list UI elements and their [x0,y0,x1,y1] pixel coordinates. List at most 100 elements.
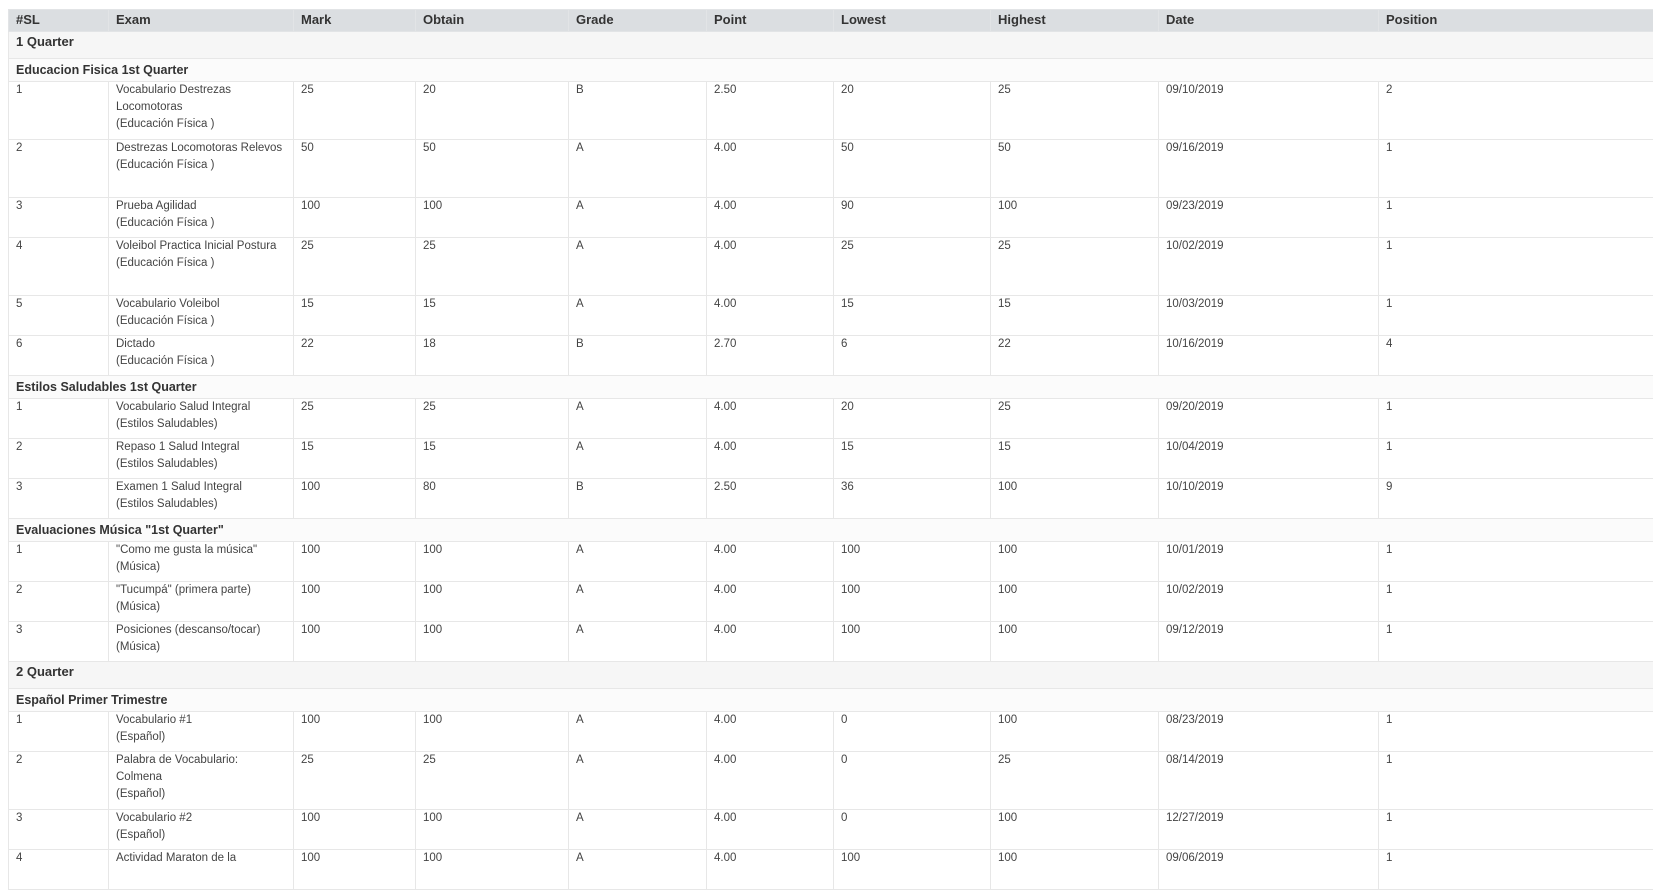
cell-grade: A [568,139,707,198]
cell-mark: 25 [293,751,416,810]
exam-name: "Como me gusta la música" [116,544,258,556]
table-row: 2 Destrezas Locomotoras Relevos (Educación… [8,139,1653,198]
cell-highest: 100 [990,621,1159,662]
cell-sl: 3 [8,478,109,519]
column-header-date: Date [1158,9,1379,32]
cell-position: 1 [1378,751,1653,810]
cell-point: 4.00 [706,541,834,582]
exam-subject: (Educación Física ) [116,159,215,171]
cell-grade: A [568,295,707,336]
column-header-exam: Exam [108,9,294,32]
column-header-obtain: Obtain [415,9,569,32]
exam-subject: (Educación Física ) [116,257,215,269]
cell-highest: 100 [990,711,1159,752]
exam-name: Voleibol Practica Inicial Postura [116,240,277,252]
exam-subject: (Español) [116,829,166,841]
cell-position: 1 [1378,849,1653,890]
cell-point: 2.50 [706,81,834,140]
cell-exam: Vocabulario Voleibol (Educación Física ) [108,295,294,336]
cell-highest: 100 [990,541,1159,582]
cell-exam: Vocabulario Salud Integral (Estilos Salud… [108,398,294,439]
cell-position: 1 [1378,237,1653,296]
cell-mark: 25 [293,398,416,439]
cell-date: 09/20/2019 [1158,398,1379,439]
cell-exam: Examen 1 Salud Integral (Estilos Saludabl… [108,478,294,519]
subject-row: Educacion Fisica 1st Quarter [8,58,1653,82]
cell-highest: 100 [990,849,1159,890]
cell-point: 4.00 [706,751,834,810]
cell-point: 4.00 [706,197,834,238]
cell-highest: 15 [990,438,1159,479]
cell-mark: 50 [293,139,416,198]
cell-grade: A [568,581,707,622]
cell-point: 4.00 [706,849,834,890]
table-row: 1 Vocabulario #1 (Español) 100 100 A 4.00 0 100 0… [8,711,1653,752]
exam-name: Dictado [116,338,155,350]
table-row: 3 Vocabulario #2 (Español) 100 100 A 4.00 0 100 1… [8,809,1653,850]
cell-exam: Posiciones (descanso/tocar) (Música) [108,621,294,662]
cell-grade: A [568,197,707,238]
cell-obtain: 100 [415,197,569,238]
cell-highest: 25 [990,237,1159,296]
cell-lowest: 100 [833,581,991,622]
cell-lowest: 20 [833,398,991,439]
cell-point: 2.50 [706,478,834,519]
exam-name: Examen 1 Salud Integral [116,481,242,493]
cell-mark: 100 [293,581,416,622]
cell-obtain: 100 [415,711,569,752]
cell-exam: Prueba Agilidad (Educación Física ) [108,197,294,238]
cell-grade: A [568,711,707,752]
cell-obtain: 100 [415,809,569,850]
cell-lowest: 100 [833,621,991,662]
cell-point: 4.00 [706,438,834,479]
cell-position: 9 [1378,478,1653,519]
cell-sl: 2 [8,438,109,479]
cell-exam: Vocabulario #2 (Español) [108,809,294,850]
exam-name: Vocabulario Salud Integral [116,401,251,413]
exam-subject: (Estilos Saludables) [116,458,218,470]
cell-point: 4.00 [706,711,834,752]
cell-date: 09/06/2019 [1158,849,1379,890]
cell-highest: 100 [990,809,1159,850]
cell-obtain: 25 [415,398,569,439]
cell-grade: A [568,541,707,582]
cell-mark: 22 [293,335,416,376]
subject-label: Español Primer Trimestre [8,688,1653,712]
exam-name: Vocabulario #1 [116,714,193,726]
cell-obtain: 15 [415,438,569,479]
cell-mark: 25 [293,81,416,140]
exam-subject: (Música) [116,641,161,653]
cell-sl: 4 [8,237,109,296]
cell-highest: 100 [990,581,1159,622]
cell-sl: 2 [8,751,109,810]
cell-position: 2 [1378,81,1653,140]
column-header-mark: Mark [293,9,416,32]
subject-label: Evaluaciones Música "1st Quarter" [8,518,1653,542]
cell-grade: B [568,81,707,140]
table-row: 1 "Como me gusta la música" (Música) 100 100… [8,541,1653,582]
table-row: 6 Dictado (Educación Física ) 22 18 B 2.70 6 22 1… [8,335,1653,376]
cell-sl: 2 [8,139,109,198]
cell-exam: Palabra de Vocabulario: Colmena (Español) [108,751,294,810]
cell-obtain: 50 [415,139,569,198]
subject-row: Evaluaciones Música "1st Quarter" [8,518,1653,542]
table-body: 1 Quarter Educacion Fisica 1st Quarter 1 Vo… [8,31,1653,890]
quarter-label: 1 Quarter [8,31,1653,59]
table-row: 4 Voleibol Practica Inicial Postura (Educa… [8,237,1653,296]
cell-grade: A [568,398,707,439]
cell-date: 10/01/2019 [1158,541,1379,582]
cell-position: 1 [1378,711,1653,752]
table-row: 2 "Tucumpá" (primera parte) (Música) 100 100… [8,581,1653,622]
cell-obtain: 25 [415,237,569,296]
cell-lowest: 100 [833,541,991,582]
cell-highest: 22 [990,335,1159,376]
cell-obtain: 18 [415,335,569,376]
cell-position: 1 [1378,139,1653,198]
cell-point: 4.00 [706,809,834,850]
exam-subject: (Español) [116,731,166,743]
cell-grade: A [568,809,707,850]
cell-grade: A [568,849,707,890]
exam-name: Actividad Maraton de la [116,852,237,864]
cell-date: 12/27/2019 [1158,809,1379,850]
cell-lowest: 20 [833,81,991,140]
